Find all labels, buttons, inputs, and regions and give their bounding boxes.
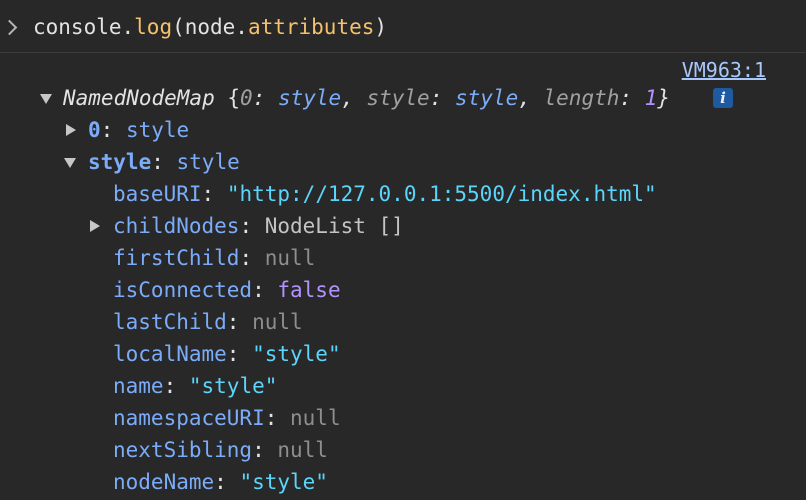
prop-row[interactable]: localName: "style" <box>0 338 806 370</box>
root-close-brace: } <box>657 86 670 110</box>
prop-value: null <box>264 246 316 270</box>
prop-row[interactable]: lastChild: null <box>0 306 806 338</box>
triangle-down-icon[interactable] <box>64 158 76 168</box>
prop-key: firstChild <box>113 246 240 270</box>
item-0-key: 0 <box>88 118 101 142</box>
tree-item-0[interactable]: 0: style <box>0 114 806 146</box>
prop-value: "style" <box>188 374 278 398</box>
prop-key: localName <box>113 342 227 366</box>
root-key-length: length <box>543 86 620 110</box>
chevron-right-icon <box>1 19 18 36</box>
tree-item-style[interactable]: style: style <box>0 146 806 178</box>
prop-value: false <box>277 278 341 302</box>
console-input-line[interactable]: console.log(node.attributes) <box>0 11 806 43</box>
prop-value: null <box>252 310 303 334</box>
prop-key: isConnected <box>113 278 253 302</box>
style-key: style <box>88 150 152 174</box>
root-val-0: style <box>277 86 342 110</box>
triangle-down-icon[interactable] <box>40 94 52 104</box>
info-icon[interactable]: i <box>713 88 733 108</box>
root-key-style: style <box>366 86 430 110</box>
item-0-value: style <box>125 118 190 142</box>
prop-key: name <box>113 374 164 398</box>
prop-key: namespaceURI <box>113 406 265 430</box>
prop-row[interactable]: nodeName: "style" <box>0 466 806 498</box>
triangle-right-icon[interactable] <box>90 220 100 232</box>
prop-row[interactable]: nextSibling: null <box>0 434 806 466</box>
console-divider <box>0 52 806 53</box>
style-value: style <box>176 150 240 174</box>
code-attributes: attributes <box>247 15 375 39</box>
prop-value: "style" <box>239 470 328 494</box>
root-val-length: 1 <box>644 86 658 110</box>
prop-key: nextSibling <box>113 438 253 462</box>
prop-value: "http://127.0.0.1:5500/index.html" <box>226 182 657 206</box>
root-open-brace: { <box>214 86 241 110</box>
prop-row[interactable]: childNodes: NodeList [] <box>0 210 806 242</box>
prop-value: null <box>277 438 328 462</box>
prop-row[interactable]: baseURI: "http://127.0.0.1:5500/index.ht… <box>0 178 806 210</box>
code-log-fn: log <box>134 15 173 39</box>
root-type: NamedNodeMap <box>63 86 215 110</box>
prop-value: null <box>290 406 341 430</box>
prop-key: lastChild <box>113 310 227 334</box>
code-console: console. <box>33 15 135 39</box>
triangle-right-icon[interactable] <box>66 124 76 136</box>
prop-row[interactable]: isConnected: false <box>0 274 806 306</box>
root-val-style: style <box>455 86 519 110</box>
root-summary: NamedNodeMap {0: style, style: style, le… <box>63 86 670 110</box>
prop-key: baseURI <box>113 182 202 206</box>
root-key-0: 0 <box>240 86 253 110</box>
prop-row[interactable]: name: "style" <box>0 370 806 402</box>
prop-key: childNodes <box>113 214 240 238</box>
prop-value: "style" <box>252 342 341 366</box>
prop-value: NodeList [] <box>264 214 404 238</box>
prop-row[interactable]: namespaceURI: null <box>0 402 806 434</box>
console-command: console.log(node.attributes) <box>33 11 387 43</box>
code-close-paren: ) <box>374 15 388 39</box>
prop-row[interactable]: firstChild: null <box>0 242 806 274</box>
prop-key: nodeName <box>113 470 215 494</box>
source-location-link[interactable]: VM963:1 <box>682 55 766 85</box>
code-node: (node. <box>172 15 248 39</box>
tree-root-row[interactable]: NamedNodeMap {0: style, style: style, le… <box>0 82 806 114</box>
